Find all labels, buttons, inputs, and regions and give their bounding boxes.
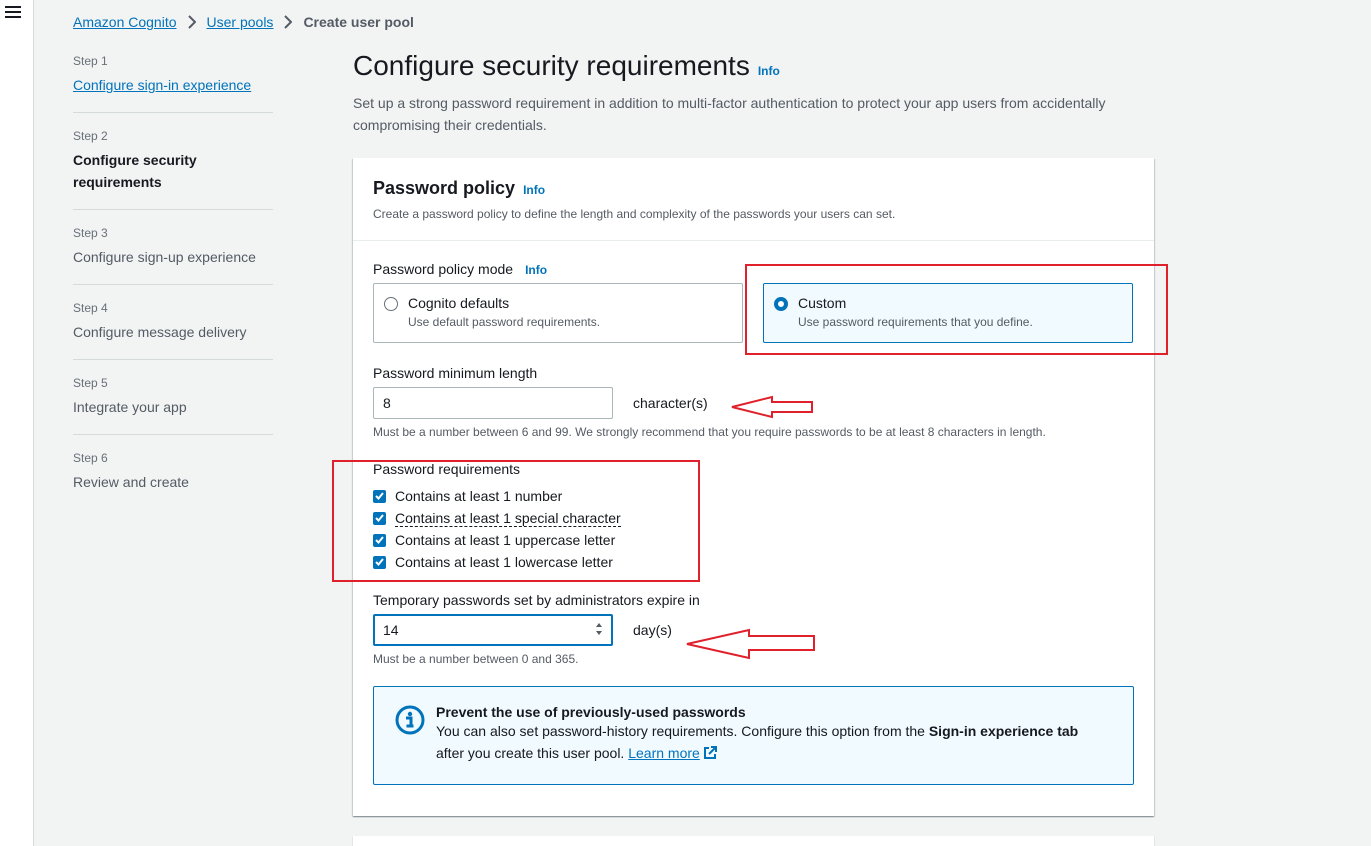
input-value: 14 (383, 622, 399, 638)
panel-description: Create a password policy to define the l… (373, 207, 896, 221)
wizard-steps: Step 1 Configure sign-in experience Step… (73, 54, 273, 525)
temp-password-hint: Must be a number between 0 and 365. (373, 652, 579, 666)
step-link-sign-in[interactable]: Configure sign-in experience (73, 74, 273, 96)
step-title: Review and create (73, 474, 189, 490)
tile-description: Use password requirements that you defin… (798, 315, 1033, 329)
page-title: Configure security requirements (353, 50, 750, 81)
tile-cognito-defaults[interactable]: Cognito defaults Use default password re… (373, 283, 743, 343)
checkbox-number[interactable]: Contains at least 1 number (373, 485, 1134, 507)
temp-password-row: 14 day(s) (373, 614, 1134, 646)
panel-title-text: Password policy (373, 178, 516, 198)
page-description: Set up a strong password requirement in … (353, 95, 1106, 133)
check-icon[interactable] (373, 511, 386, 525)
step-title-current: Configure security requirements (73, 152, 197, 190)
breadcrumb: Amazon Cognito User pools Create user po… (73, 14, 414, 30)
requirements-label: Password requirements (373, 461, 521, 477)
mode-label-text: Password policy mode (373, 261, 514, 277)
wizard-step-2: Step 2 Configure security requirements (73, 129, 273, 210)
min-length-row: 8 character(s) (373, 387, 1134, 419)
alert-title: Prevent the use of previously-used passw… (436, 704, 746, 720)
step-title: Integrate your app (73, 399, 187, 415)
wizard-step-5: Step 5 Integrate your app (73, 376, 273, 435)
check-icon[interactable] (373, 489, 386, 503)
tile-description: Use default password requirements. (408, 315, 601, 329)
input-value: 8 (383, 395, 391, 411)
page-title-row: Configure security requirements Info (353, 50, 1153, 82)
temp-password-input[interactable]: 14 (373, 614, 613, 646)
password-policy-panel: Password policy Info Create a password po… (353, 158, 1154, 816)
info-link[interactable]: Info (758, 64, 780, 78)
min-length-hint: Must be a number between 6 and 99. We st… (373, 425, 1046, 439)
wizard-step-6: Step 6 Review and create (73, 451, 273, 509)
checkbox-uppercase[interactable]: Contains at least 1 uppercase letter (373, 529, 1134, 551)
alert-content: Prevent the use of previously-used passw… (436, 704, 1078, 766)
radio-button[interactable] (384, 297, 398, 311)
step-title: Configure sign-up experience (73, 249, 256, 265)
tile-title: Cognito defaults (408, 295, 510, 311)
min-length-input[interactable]: 8 (373, 387, 613, 419)
mode-tiles: Cognito defaults Use default password re… (373, 283, 1134, 343)
external-link-icon (703, 744, 717, 766)
alert-text-part: after you create this user pool. (436, 745, 629, 761)
min-length-suffix: character(s) (633, 395, 708, 411)
checkbox-special-character[interactable]: Contains at least 1 special character (373, 507, 1134, 529)
panel-title: Password policy Info (373, 178, 1134, 199)
left-rail (0, 0, 34, 846)
spinner-icon[interactable] (595, 622, 603, 639)
breadcrumb-current: Create user pool (303, 14, 414, 30)
chevron-right-icon (187, 15, 196, 29)
alert-text: You can also set password-history requir… (436, 720, 1078, 766)
menu-icon[interactable] (5, 6, 21, 20)
wizard-step-4: Step 4 Configure message delivery (73, 301, 273, 360)
learn-more-link[interactable]: Learn more (628, 745, 700, 761)
step-number: Step 5 (73, 376, 108, 390)
requirements-list: Contains at least 1 number Contains at l… (373, 485, 1134, 573)
check-icon[interactable] (373, 533, 386, 547)
checkbox-label: Contains at least 1 number (395, 488, 563, 504)
info-alert: Prevent the use of previously-used passw… (373, 686, 1134, 785)
breadcrumb-amazon-cognito[interactable]: Amazon Cognito (73, 14, 177, 30)
wizard-step-1: Step 1 Configure sign-in experience (73, 54, 273, 113)
step-number: Step 6 (73, 451, 108, 465)
step-number: Step 4 (73, 301, 108, 315)
step-number: Step 3 (73, 226, 108, 240)
min-length-label: Password minimum length (373, 365, 538, 381)
next-panel (353, 836, 1154, 846)
chevron-right-icon (284, 15, 293, 29)
info-circle-icon (394, 704, 426, 736)
checkbox-label: Contains at least 1 special character (395, 509, 621, 527)
checkbox-lowercase[interactable]: Contains at least 1 lowercase letter (373, 551, 1134, 573)
breadcrumb-user-pools[interactable]: User pools (207, 14, 274, 30)
alert-text-bold: Sign-in experience tab (928, 723, 1079, 739)
step-number: Step 1 (73, 54, 108, 68)
step-number: Step 2 (73, 129, 108, 143)
radio-button-selected[interactable] (774, 297, 788, 311)
info-link[interactable]: Info (525, 263, 547, 277)
check-icon[interactable] (373, 555, 386, 569)
tile-custom[interactable]: Custom Use password requirements that yo… (763, 283, 1133, 343)
checkbox-label: Contains at least 1 lowercase letter (395, 554, 613, 570)
panel-body: Password policy mode Info Cognito default… (353, 241, 1154, 805)
temp-password-suffix: day(s) (633, 622, 672, 638)
temp-password-label: Temporary passwords set by administrator… (373, 592, 700, 608)
mode-label: Password policy mode Info (373, 261, 1134, 277)
info-link[interactable]: Info (523, 183, 545, 197)
wizard-step-3: Step 3 Configure sign-up experience (73, 226, 273, 285)
step-title: Configure message delivery (73, 324, 247, 340)
panel-header: Password policy Info Create a password po… (353, 158, 1154, 241)
alert-text-part: You can also set password-history requir… (436, 723, 929, 739)
checkbox-label: Contains at least 1 uppercase letter (395, 532, 616, 548)
page-header: Configure security requirements Info Set… (353, 50, 1153, 136)
tile-title: Custom (798, 295, 847, 311)
